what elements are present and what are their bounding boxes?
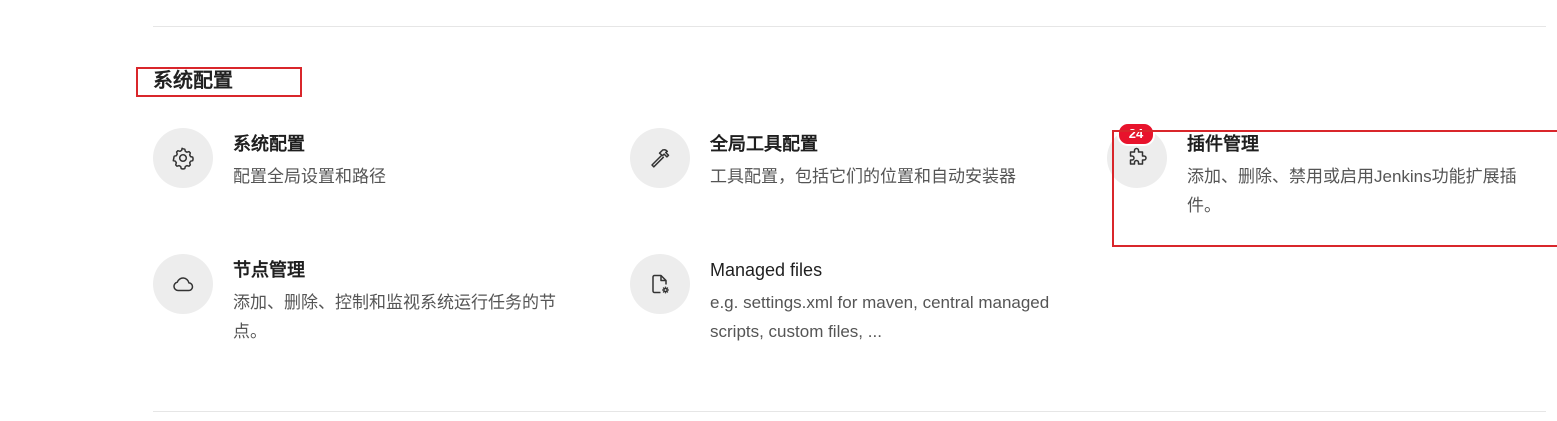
global-tool-config-item[interactable]: 全局工具配置 工具配置，包括它们的位置和自动安装器 (630, 128, 1090, 208)
node-management-description: 添加、删除、控制和监视系统运行任务的节点。 (233, 293, 556, 341)
bottom-divider (153, 411, 1546, 412)
system-config-item[interactable]: 系统配置 配置全局设置和路径 (153, 128, 593, 208)
plugin-management-highlight (1112, 130, 1557, 247)
section-title-highlight (136, 67, 302, 97)
hammer-icon (630, 128, 690, 188)
cloud-icon (153, 254, 213, 314)
system-config-title: 系统配置 (233, 134, 305, 154)
global-tool-config-title: 全局工具配置 (710, 134, 818, 154)
node-management-item[interactable]: 节点管理 添加、删除、控制和监视系统运行任务的节点。 (153, 254, 593, 344)
node-management-title: 节点管理 (233, 260, 305, 280)
managed-files-title: Managed files (710, 260, 823, 280)
gear-icon (153, 128, 213, 188)
top-divider (153, 26, 1546, 27)
managed-files-description: e.g. settings.xml for maven, central man… (710, 293, 1050, 341)
file-gear-icon (630, 254, 690, 314)
system-config-description: 配置全局设置和路径 (233, 167, 386, 186)
managed-files-item[interactable]: Managed files e.g. settings.xml for mave… (630, 254, 1090, 344)
global-tool-config-description: 工具配置，包括它们的位置和自动安装器 (710, 167, 1016, 186)
